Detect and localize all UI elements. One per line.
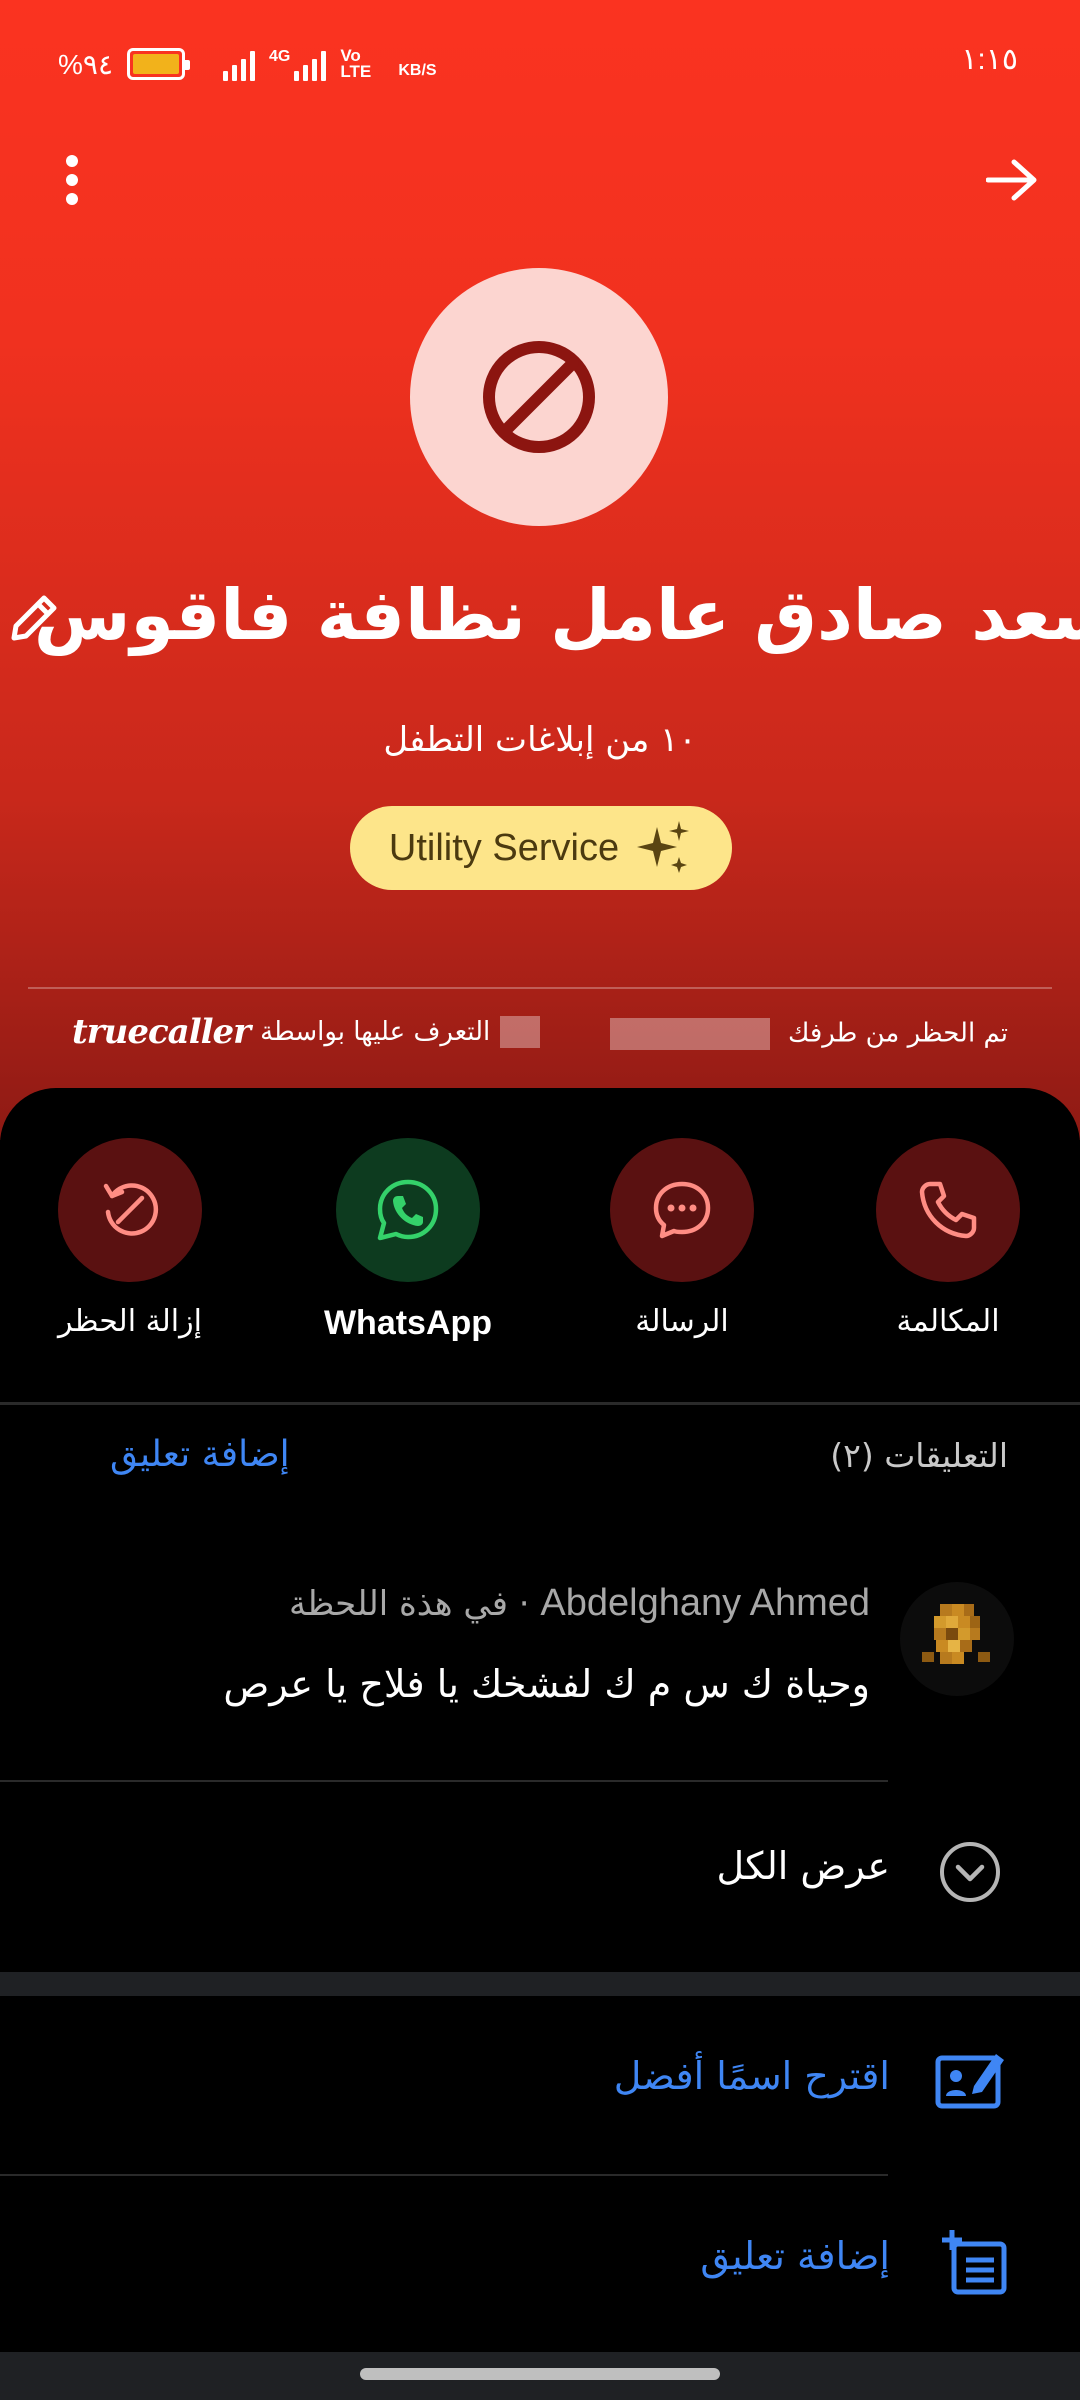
unblock-label: إزالة الحظر bbox=[58, 1304, 202, 1339]
signal-icon-2 bbox=[294, 47, 327, 81]
message-label: الرسالة bbox=[635, 1304, 729, 1339]
tag-label: Utility Service bbox=[388, 826, 620, 869]
suggest-name-button[interactable]: اقترح اسمًا أفضل bbox=[614, 2054, 890, 2098]
redacted-count bbox=[500, 1016, 541, 1048]
network-type: 4G bbox=[268, 48, 291, 65]
comment-time: في هذة اللحظة bbox=[289, 1584, 508, 1624]
view-all-button[interactable]: عرض الكل bbox=[716, 1844, 890, 1888]
truecaller-logo: truecaller bbox=[72, 1012, 251, 1052]
signal-icon bbox=[222, 47, 255, 81]
caller-header: %٩٤ 4G Vo LTE KB/S ١:١٥ سعد صادق عامل نظ… bbox=[0, 0, 1080, 1140]
category-tag: Utility Service bbox=[350, 806, 732, 890]
clock: ١:١٥ bbox=[961, 43, 1018, 76]
comment-divider bbox=[0, 1780, 888, 1782]
battery-icon bbox=[126, 48, 190, 80]
contact-name: سعد صادق عامل نظافة فاقوس bbox=[33, 574, 1080, 656]
volte-label: Vo LTE bbox=[340, 46, 372, 81]
details-sheet: المكالمة الرسالة WhatsApp إزالة الحظر ال… bbox=[0, 1088, 1080, 2400]
add-comment-link[interactable]: إضافة تعليق bbox=[110, 1434, 290, 1475]
section-gap bbox=[0, 1972, 1080, 1996]
contact-name-row: سعد صادق عامل نظافة فاقوس bbox=[0, 560, 1080, 670]
avatar bbox=[410, 268, 668, 526]
battery-percent: %٩٤ bbox=[58, 48, 113, 80]
whatsapp-label: WhatsApp bbox=[323, 1304, 493, 1342]
blocked-by-info: تم الحظر من طرفك bbox=[609, 1018, 1008, 1050]
home-indicator[interactable] bbox=[360, 2368, 720, 2380]
comment-separator: · bbox=[518, 1584, 530, 1624]
edit-card-icon[interactable] bbox=[934, 2048, 1006, 2112]
message-action[interactable]: الرسالة bbox=[562, 1138, 802, 1339]
comment-meta: Abdelghany Ahmed · في هذة اللحظة bbox=[289, 1582, 870, 1625]
comment-author: Abdelghany Ahmed bbox=[540, 1582, 870, 1624]
spam-reports: ١٠ من إبلاغات التطفل bbox=[383, 720, 697, 760]
data-speed: KB/S bbox=[398, 62, 437, 79]
comment-avatar bbox=[900, 1582, 1014, 1696]
identified-by-info: truecaller التعرف عليها بواسطة bbox=[72, 1012, 541, 1052]
status-bar: %٩٤ 4G Vo LTE KB/S ١:١٥ bbox=[0, 0, 1080, 120]
pencil-icon[interactable] bbox=[6, 590, 62, 646]
add-note-icon[interactable] bbox=[940, 2228, 1008, 2296]
header-divider bbox=[28, 987, 1052, 989]
unblock-icon[interactable] bbox=[58, 1138, 202, 1282]
comments-title: التعليقات (٢) bbox=[830, 1436, 1008, 1475]
block-icon bbox=[483, 341, 595, 453]
whatsapp-icon[interactable] bbox=[336, 1138, 480, 1282]
comment-text: وحياة ك س م ك لفشخك يا فلاح يا عرص bbox=[223, 1662, 870, 1706]
bottom-divider bbox=[0, 2174, 888, 2176]
blocked-by-text: تم الحظر من طرفك bbox=[787, 1018, 1008, 1049]
redacted-name bbox=[609, 1018, 770, 1050]
section-divider bbox=[0, 1402, 1080, 1405]
whatsapp-action[interactable]: WhatsApp bbox=[288, 1138, 528, 1343]
identified-by-text: التعرف عليها بواسطة bbox=[260, 1017, 491, 1047]
sparkle-icon bbox=[637, 821, 690, 873]
unblock-action[interactable]: إزالة الحظر bbox=[10, 1138, 250, 1339]
add-comment-button[interactable]: إضافة تعليق bbox=[700, 2234, 890, 2278]
call-action[interactable]: المكالمة bbox=[828, 1138, 1068, 1339]
arrow-forward-icon[interactable] bbox=[982, 150, 1042, 210]
chat-bubble-icon[interactable] bbox=[610, 1138, 754, 1282]
status-left: %٩٤ 4G Vo LTE KB/S bbox=[58, 44, 437, 84]
call-label: المكالمة bbox=[896, 1304, 1000, 1339]
chevron-down-circle-icon[interactable] bbox=[938, 1840, 1002, 1904]
phone-icon[interactable] bbox=[876, 1138, 1020, 1282]
more-vert-icon[interactable] bbox=[42, 150, 102, 210]
